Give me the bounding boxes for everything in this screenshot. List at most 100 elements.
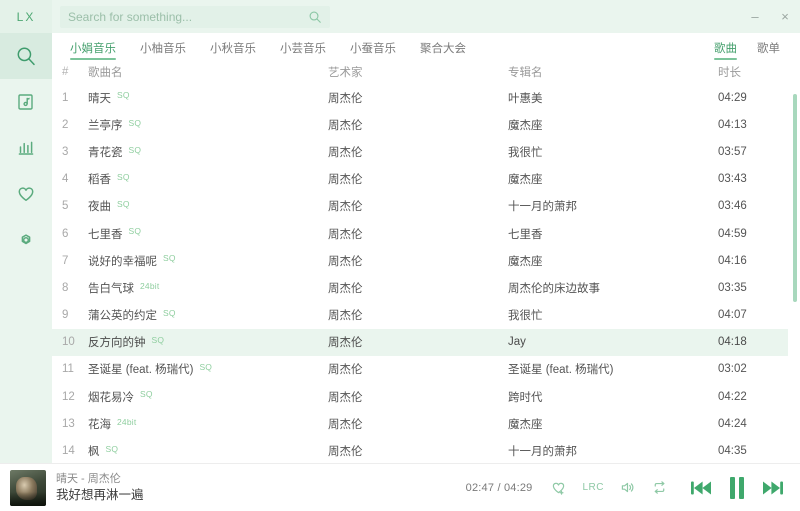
column-header-album[interactable]: 专辑名 xyxy=(508,64,718,80)
song-title: 稻香 xyxy=(88,174,111,187)
tab-source-2[interactable]: 小秋音乐 xyxy=(210,42,256,60)
now-playing-title: 晴天 - 周杰伦 xyxy=(56,472,121,485)
main-body: 小娟音乐 小柚音乐 小秋音乐 小芸音乐 小蚕音乐 聚合大会 歌曲 歌单 # 歌曲… xyxy=(0,33,800,463)
minimize-button[interactable]: – xyxy=(740,0,770,33)
song-title: 圣诞星 (feat. 杨瑞代) xyxy=(88,364,194,377)
table-row[interactable]: 12 烟花易冷 SQ 周杰伦 跨时代 04:22 xyxy=(52,383,788,410)
cell-index: 10 xyxy=(62,336,75,349)
album-cover-thumbnail[interactable] xyxy=(10,469,46,506)
cell-duration: 03:02 xyxy=(718,363,747,376)
sidebar-item-settings[interactable] xyxy=(0,217,52,263)
cell-artist: 周杰伦 xyxy=(328,92,363,105)
cell-artist: 周杰伦 xyxy=(328,364,363,377)
sidebar-item-ranking[interactable] xyxy=(0,125,52,171)
table-row[interactable]: 7 说好的幸福呢 SQ 周杰伦 魔杰座 04:16 xyxy=(52,247,788,274)
playback-time: 02:47 / 04:29 xyxy=(465,481,533,494)
cell-song-name: 七里香 SQ xyxy=(88,226,328,242)
cell-duration: 04:22 xyxy=(718,390,747,403)
pause-icon[interactable] xyxy=(730,476,744,499)
cell-index: 9 xyxy=(62,309,69,322)
song-list[interactable]: 1 晴天 SQ 周杰伦 叶惠美 04:29 2 兰亭序 SQ 周杰伦 魔杰座 04:13 3 青花瓷 SQ 周… xyxy=(52,84,800,463)
sidebar-item-favorites[interactable] xyxy=(0,171,52,217)
cell-index: 6 xyxy=(62,227,69,240)
tab-source-4[interactable]: 小蚕音乐 xyxy=(350,42,396,60)
title-bar: LX – × xyxy=(0,0,800,33)
tab-view-playlists[interactable]: 歌单 xyxy=(757,42,780,60)
tab-source-5[interactable]: 聚合大会 xyxy=(420,42,466,60)
table-row[interactable]: 10 反方向的钟 SQ 周杰伦 Jay 04:18 xyxy=(52,328,788,356)
cell-index: 14 xyxy=(62,445,75,458)
quality-badge: SQ xyxy=(163,307,176,318)
cell-song-name: 花海 24bit xyxy=(88,416,328,432)
cell-index: 1 xyxy=(62,91,69,104)
song-title: 夜曲 xyxy=(88,201,111,214)
music-player-window: LX – × xyxy=(0,0,800,511)
heart-plus-icon[interactable] xyxy=(550,479,567,496)
table-row[interactable]: 5 夜曲 SQ 周杰伦 十一月的萧邦 03:46 xyxy=(52,193,788,220)
tab-bar: 小娟音乐 小柚音乐 小秋音乐 小芸音乐 小蚕音乐 聚合大会 歌曲 歌单 xyxy=(52,33,800,60)
table-row[interactable]: 9 蒲公英的约定 SQ 周杰伦 我很忙 04:07 xyxy=(52,302,788,329)
table-header: # 歌曲名 艺术家 专辑名 时长 xyxy=(52,60,800,84)
quality-badge: SQ xyxy=(128,144,142,155)
song-title: 蒲公英的约定 xyxy=(88,310,157,323)
cell-duration: 04:07 xyxy=(718,309,747,322)
cell-artist: 周杰伦 xyxy=(328,282,363,295)
table-row[interactable]: 4 稻香 SQ 周杰伦 魔杰座 03:43 xyxy=(52,166,788,193)
cell-song-name: 烟花易冷 SQ xyxy=(88,389,328,405)
previous-icon[interactable] xyxy=(688,477,714,499)
search-icon[interactable] xyxy=(308,10,322,24)
now-playing[interactable]: 晴天 - 周杰伦 我好想再淋一遍 xyxy=(10,469,144,506)
volume-icon[interactable] xyxy=(619,479,636,496)
song-title: 告白气球 xyxy=(88,282,134,295)
song-title: 烟花易冷 xyxy=(88,391,134,404)
song-title: 说好的幸福呢 xyxy=(88,255,157,268)
cell-song-name: 青花瓷 SQ xyxy=(88,144,328,160)
cell-album: 魔杰座 xyxy=(508,255,543,268)
cell-song-name: 说好的幸福呢 SQ xyxy=(88,253,328,269)
table-row[interactable]: 3 青花瓷 SQ 周杰伦 我很忙 03:57 xyxy=(52,138,788,165)
column-header-name[interactable]: 歌曲名 xyxy=(88,64,328,80)
sidebar-item-search[interactable] xyxy=(0,33,52,79)
cell-artist: 周杰伦 xyxy=(328,201,363,214)
cell-index: 4 xyxy=(62,173,69,186)
search-box[interactable] xyxy=(60,5,330,28)
song-title: 青花瓷 xyxy=(88,146,123,159)
search-input[interactable] xyxy=(68,6,308,27)
close-button[interactable]: × xyxy=(770,0,800,33)
cell-album: 十一月的萧邦 xyxy=(508,201,577,214)
cell-song-name: 夜曲 SQ xyxy=(88,198,328,214)
table-row[interactable]: 13 花海 24bit 周杰伦 魔杰座 04:24 xyxy=(52,410,788,437)
column-header-duration[interactable]: 时长 xyxy=(718,64,788,80)
sidebar-item-music-library[interactable] xyxy=(0,79,52,125)
lrc-icon[interactable]: LRC xyxy=(582,482,604,493)
cell-album: 魔杰座 xyxy=(508,174,543,187)
cell-index: 5 xyxy=(62,200,69,213)
gear-icon xyxy=(21,234,31,245)
tab-source-3[interactable]: 小芸音乐 xyxy=(280,42,326,60)
cell-song-name: 枫 SQ xyxy=(88,443,328,459)
tab-source-0[interactable]: 小娟音乐 xyxy=(70,42,116,60)
now-playing-lyric: 我好想再淋一遍 xyxy=(56,487,144,502)
vertical-scrollbar[interactable] xyxy=(793,94,797,302)
secondary-controls: LRC xyxy=(550,479,668,496)
table-row[interactable]: 8 告白气球 24bit 周杰伦 周杰伦的床边故事 03:35 xyxy=(52,274,788,301)
cell-song-name: 稻香 SQ xyxy=(88,171,328,187)
now-playing-text: 晴天 - 周杰伦 我好想再淋一遍 xyxy=(56,472,144,504)
cell-artist: 周杰伦 xyxy=(328,446,363,459)
table-row[interactable]: 11 圣诞星 (feat. 杨瑞代) SQ 周杰伦 圣诞星 (feat. 杨瑞代) 03:… xyxy=(52,356,788,383)
song-title: 反方向的钟 xyxy=(88,337,146,350)
table-row[interactable]: 6 七里香 SQ 周杰伦 七里香 04:59 xyxy=(52,220,788,247)
table-row[interactable]: 2 兰亭序 SQ 周杰伦 魔杰座 04:13 xyxy=(52,111,788,138)
quality-badge: SQ xyxy=(117,90,130,101)
next-icon[interactable] xyxy=(760,477,786,499)
tab-view-songs[interactable]: 歌曲 xyxy=(714,42,737,60)
tab-source-1[interactable]: 小柚音乐 xyxy=(140,42,186,60)
quality-badge: SQ xyxy=(199,362,213,373)
cell-duration: 03:35 xyxy=(718,281,747,294)
table-row[interactable]: 1 晴天 SQ 周杰伦 叶惠美 04:29 xyxy=(52,84,788,111)
table-row[interactable]: 14 枫 SQ 周杰伦 十一月的萧邦 04:35 xyxy=(52,437,788,463)
repeat-icon[interactable] xyxy=(651,479,668,496)
cell-duration: 03:43 xyxy=(718,173,747,186)
column-header-artist[interactable]: 艺术家 xyxy=(328,64,508,80)
music-library-icon xyxy=(18,94,33,110)
